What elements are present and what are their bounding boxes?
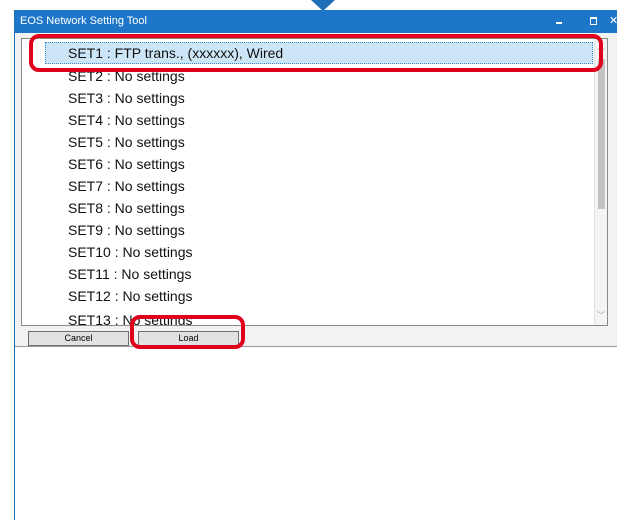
list-item-label: SET4 : No settings — [68, 112, 185, 128]
scroll-down-icon[interactable]: ﹀ — [597, 311, 605, 321]
list-item-label: SET13 : No settings — [68, 312, 193, 326]
list-item-label: SET5 : No settings — [68, 134, 185, 150]
list-item-set11[interactable]: SET11 : No settings — [22, 263, 594, 285]
settings-dialog: SET1 : FTP trans., (xxxxxx), Wired SET2 … — [15, 33, 617, 347]
title-bar: EOS Network Setting Tool ✕ — [15, 10, 617, 33]
list-item-label: SET2 : No settings — [68, 68, 185, 84]
list-item-set5[interactable]: SET5 : No settings — [22, 131, 594, 153]
load-button[interactable]: Load — [138, 331, 239, 346]
list-item-set6[interactable]: SET6 : No settings — [22, 153, 594, 175]
maximize-icon — [589, 17, 597, 26]
list-item-label: SET8 : No settings — [68, 200, 185, 216]
list-item-set1[interactable]: SET1 : FTP trans., (xxxxxx), Wired — [45, 42, 593, 64]
list-item-set8[interactable]: SET8 : No settings — [22, 197, 594, 219]
list-item-set12[interactable]: SET12 : No settings — [22, 285, 594, 307]
list-item-set9[interactable]: SET9 : No settings — [22, 219, 594, 241]
close-icon: ✕ — [609, 15, 617, 27]
list-item-set7[interactable]: SET7 : No settings — [22, 175, 594, 197]
settings-listbox[interactable]: SET1 : FTP trans., (xxxxxx), Wired SET2 … — [21, 38, 608, 326]
list-item-label: SET1 : FTP trans., (xxxxxx), Wired — [68, 45, 284, 61]
cancel-button[interactable]: Cancel — [28, 331, 129, 346]
list-item-label: SET11 : No settings — [68, 266, 192, 282]
list-item-label: SET12 : No settings — [68, 288, 193, 304]
maximize-button[interactable] — [581, 10, 605, 33]
list-item-label: SET10 : No settings — [68, 244, 193, 260]
minimize-icon — [556, 22, 562, 25]
list-item-set10[interactable]: SET10 : No settings — [22, 241, 594, 263]
list-item-label: SET7 : No settings — [68, 178, 185, 194]
close-button[interactable]: ✕ — [609, 10, 617, 33]
list-item-label: SET3 : No settings — [68, 90, 185, 106]
list-item-label: SET9 : No settings — [68, 222, 185, 238]
list-item-label: SET6 : No settings — [68, 156, 185, 172]
list-scrollbar[interactable]: ︿ ﹀ — [594, 39, 607, 325]
minimize-button[interactable] — [547, 10, 571, 33]
app-window: EOS Network Setting Tool ✕ SET1 : FTP tr… — [14, 10, 617, 520]
scrollbar-thumb[interactable] — [598, 59, 605, 209]
list-item-set4[interactable]: SET4 : No settings — [22, 109, 594, 131]
window-title: EOS Network Setting Tool — [20, 15, 147, 27]
scroll-up-icon[interactable]: ︿ — [597, 42, 605, 52]
list-item-set2[interactable]: SET2 : No settings — [22, 65, 594, 87]
list-item-set13[interactable]: SET13 : No settings — [22, 309, 594, 326]
list-item-set3[interactable]: SET3 : No settings — [22, 87, 594, 109]
